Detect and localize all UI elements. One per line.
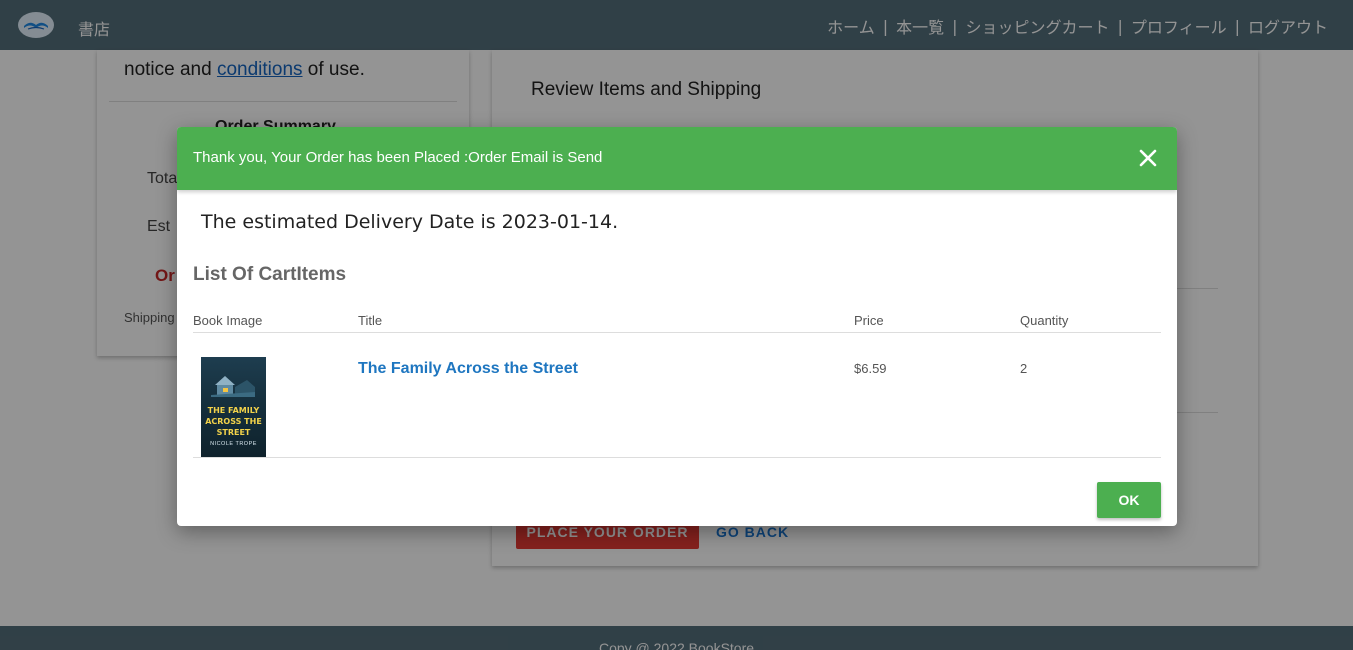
modal-header: Thank you, Your Order has been Placed :O…: [177, 127, 1177, 190]
header-divider: [193, 332, 1161, 333]
order-confirmation-modal: Thank you, Your Order has been Placed :O…: [177, 127, 1177, 526]
delivery-date-text: The estimated Delivery Date is 2023-01-1…: [201, 211, 619, 233]
book-price: $6.59: [854, 361, 887, 376]
book-quantity: 2: [1020, 361, 1028, 376]
row-divider: [193, 457, 1161, 458]
column-header-quantity: Quantity: [1020, 313, 1069, 328]
column-header-title: Title: [358, 313, 383, 328]
column-header-price: Price: [854, 313, 884, 328]
close-icon[interactable]: [1138, 148, 1158, 168]
book-title-link[interactable]: The Family Across the Street: [358, 360, 578, 378]
modal-title: Thank you, Your Order has been Placed :O…: [193, 149, 603, 166]
cover-author: NICOLE TROPE: [210, 441, 257, 447]
ok-button[interactable]: OK: [1097, 482, 1161, 518]
cart-items-heading: List Of CartItems: [193, 264, 347, 285]
column-header-image: Book Image: [193, 313, 263, 328]
book-cover-image[interactable]: THE FAMILY ACROSS THE STREET NICOLE TROP…: [201, 357, 266, 457]
cover-title: THE FAMILY ACROSS THE STREET: [205, 406, 262, 437]
